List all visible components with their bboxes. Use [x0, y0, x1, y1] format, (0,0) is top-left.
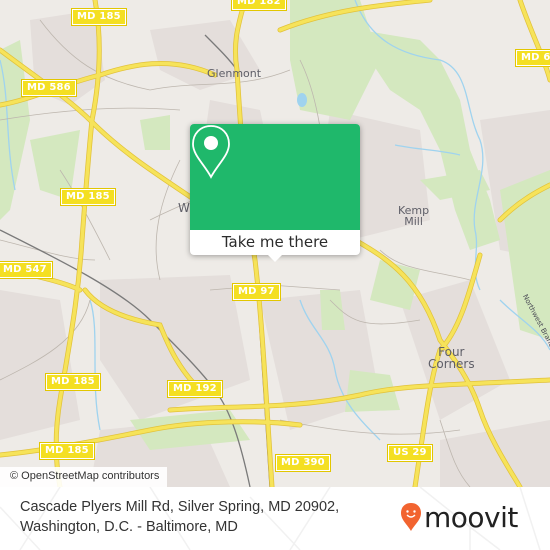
- popup-tail: [267, 254, 283, 262]
- road-shield-md-185: MD 185: [45, 373, 101, 391]
- road-shield-md-547: MD 547: [0, 261, 53, 279]
- place-label-four-corners: Four Corners: [428, 345, 475, 371]
- address-line-2: Washington, D.C. - Baltimore, MD: [20, 519, 238, 535]
- location-popup: Take me there: [190, 124, 360, 262]
- road-shield-md-650: MD 650: [515, 49, 550, 67]
- road-shield-md-390: MD 390: [275, 454, 331, 472]
- map[interactable]: MD 185 MD 182 MD 586 MD 185 MD 547 MD 65…: [0, 0, 550, 487]
- address: Cascade Plyers Mill Rd, Silver Spring, M…: [20, 497, 339, 537]
- pond: [297, 93, 307, 107]
- road-shield-md-192: MD 192: [167, 380, 223, 398]
- road-shield-md-97: MD 97: [232, 283, 281, 301]
- place-label-wheaton: W: [178, 201, 190, 215]
- road-shield-md-185: MD 185: [39, 442, 95, 460]
- moovit-pin-icon: [401, 503, 421, 531]
- take-me-there-button[interactable]: Take me there: [190, 230, 360, 255]
- place-label-kemp-mill: Kemp Mill: [398, 204, 430, 228]
- road-shield-md-185: MD 185: [60, 188, 116, 206]
- place-label-glenmont: Glenmont: [207, 67, 262, 80]
- popup-header: [190, 124, 360, 230]
- location-pin-icon: [192, 125, 230, 179]
- road-shield-md-586: MD 586: [21, 79, 77, 97]
- road-shield-md-185: MD 185: [71, 8, 127, 26]
- road-shield-md-182: MD 182: [231, 0, 287, 11]
- moovit-wordmark: moovit: [424, 500, 518, 534]
- address-line-1: Cascade Plyers Mill Rd, Silver Spring, M…: [20, 499, 340, 515]
- moovit-logo[interactable]: moovit: [400, 499, 518, 535]
- road-shield-us-29: US 29: [387, 444, 433, 462]
- map-attribution[interactable]: © OpenStreetMap contributors: [0, 467, 168, 487]
- footer: Cascade Plyers Mill Rd, Silver Spring, M…: [0, 487, 550, 550]
